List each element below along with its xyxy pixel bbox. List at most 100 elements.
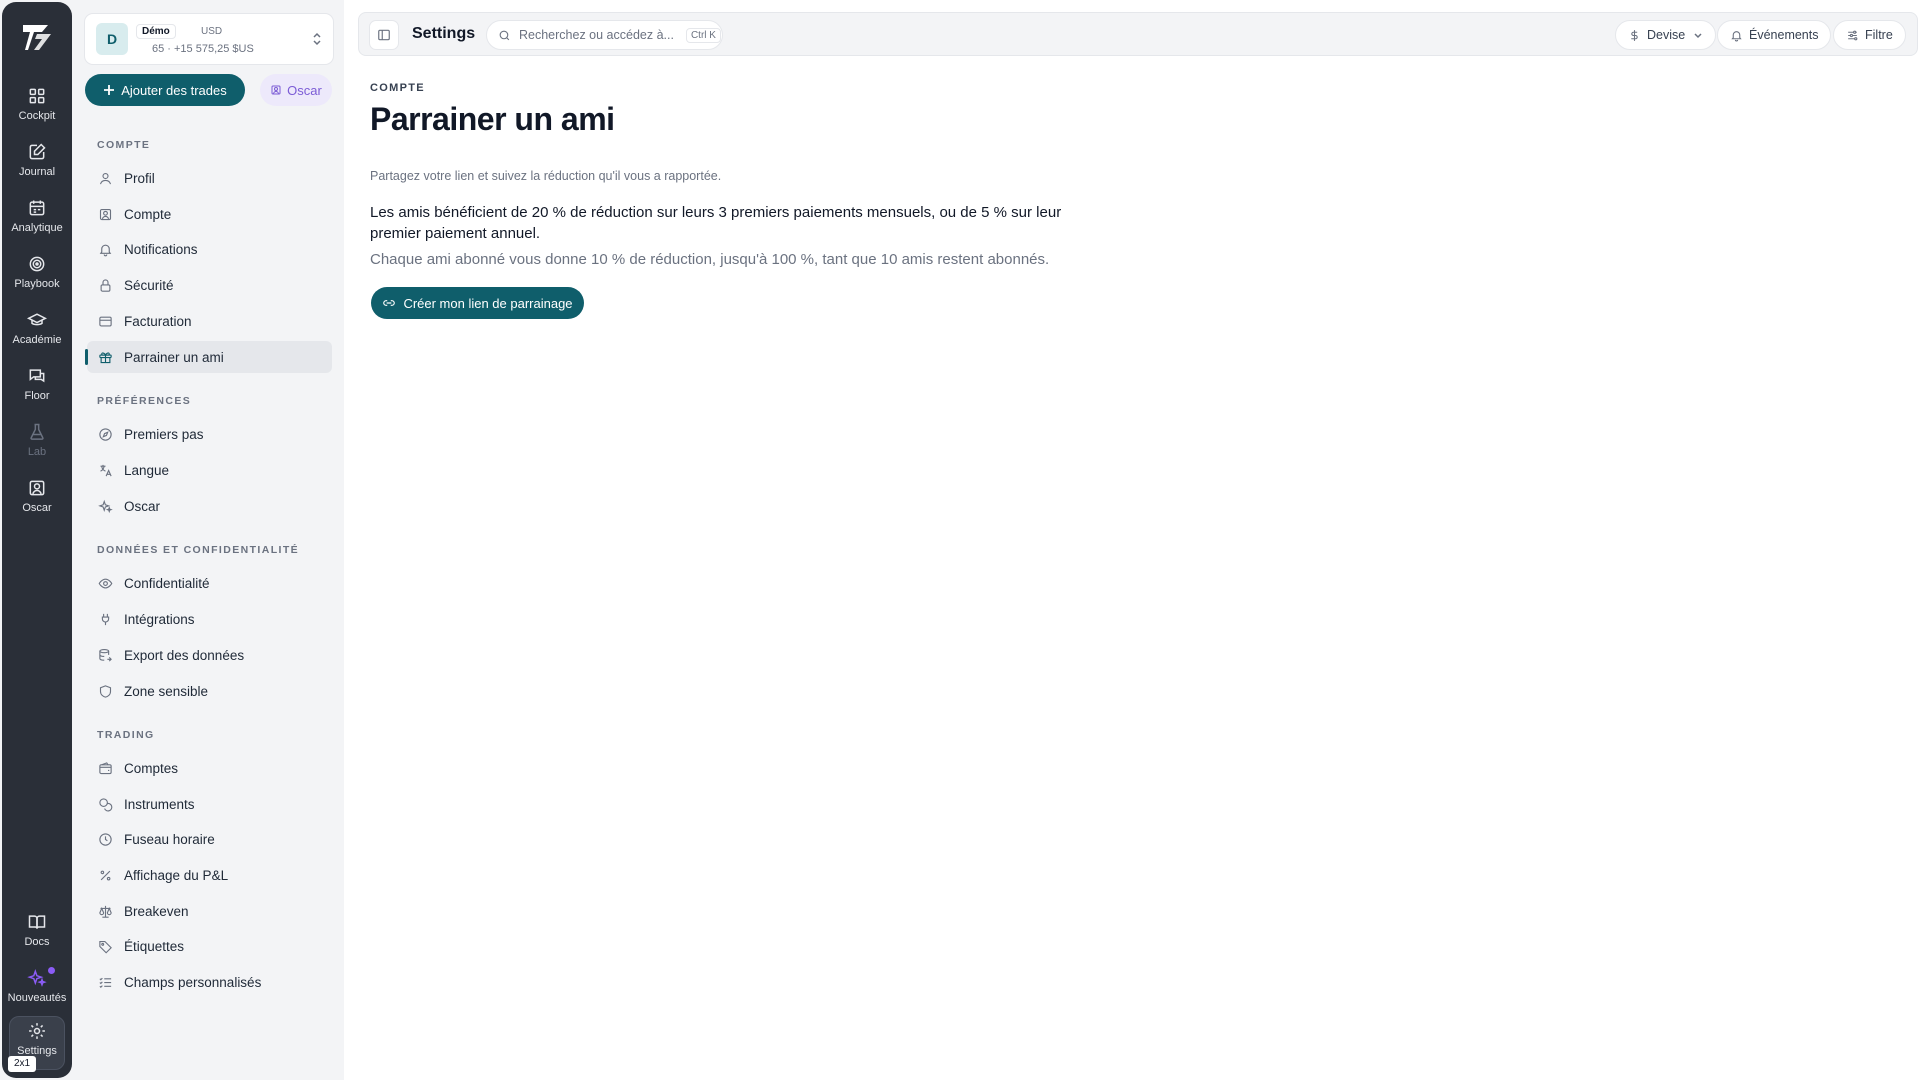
bell-icon [1731,30,1742,41]
rail-label: Journal [18,166,56,178]
sidebar-item-label: Oscar [124,498,161,514]
page-description: Partagez votre lien et suivez la réducti… [370,169,722,183]
rail-item-analytique[interactable]: Analytique [6,194,68,246]
sidebar-item-label: Breakeven [124,903,189,919]
sidebar-item-comptes[interactable]: Comptes [87,752,332,784]
rail-label: Académie [12,334,62,346]
rail-item-journal[interactable]: Journal [6,138,68,190]
sidebar-item-integrations[interactable]: Intégrations [87,603,332,635]
sliders-icon [1848,30,1858,40]
sidebar-item-fuseau[interactable]: Fuseau horaire [87,823,332,855]
sidebar-item-champs[interactable]: Champs personnalisés [87,966,332,998]
sidebar-item-label: Compte [124,206,172,222]
eye-icon [98,578,113,588]
bell-icon [99,244,112,256]
section-heading-preferences: Préférences [97,395,192,407]
sidebar-item-label: Fuseau horaire [124,831,215,847]
sidebar-item-premiers-pas[interactable]: Premiers pas [87,418,332,450]
percent-icon [100,870,111,880]
account-switcher[interactable]: D Démo USD 65 · +15 575,25 $US [85,14,333,64]
sidebar-item-parrainer[interactable]: Parrainer un ami [85,341,332,373]
rail-item-oscar[interactable]: Oscar [6,474,68,526]
dollar-icon [1631,29,1638,41]
calendar-icon [29,200,45,216]
sidebar-item-confidentialite[interactable]: Confidentialité [87,567,332,599]
events-button[interactable]: Événements [1717,20,1832,50]
sidebar-item-label: Champs personnalisés [124,974,262,990]
chevron-up-down-icon [313,32,321,46]
tag-icon [99,940,112,954]
sidebar-item-label: Confidentialité [124,575,210,591]
rail-item-floor[interactable]: Floor [6,362,68,414]
clock-icon [99,832,112,846]
section-heading-donnees: Données et confidentialité [97,544,300,556]
breadcrumb: Compte [370,82,425,94]
sidebar-item-label: Comptes [124,760,179,776]
filter-button[interactable]: Filtre [1833,20,1906,50]
gift-icon [99,351,112,363]
search-shortcut: Ctrl K [685,27,721,43]
sidebar-toggle-icon [378,29,390,41]
sidebar-item-export[interactable]: Export des données [87,639,332,671]
sidebar-item-pnl[interactable]: Affichage du P&L [87,859,332,891]
sidebar-item-zone-sensible[interactable]: Zone sensible [87,675,332,707]
list-checks-icon [99,977,112,988]
app-logo[interactable] [20,20,54,54]
edit-icon [29,143,46,160]
sidebar-item-notifications[interactable]: Notifications [87,233,332,265]
link-icon [383,300,396,306]
add-trades-button[interactable]: Ajouter des trades [85,74,245,106]
sidebar-item-label: Premiers pas [124,426,204,442]
rail-label: Cockpit [18,110,56,122]
page-heading: Parrainer un ami [370,101,615,137]
rail-item-docs[interactable]: Docs [6,908,68,960]
oscar-label: Oscar [287,82,322,98]
sidebar-item-instruments[interactable]: Instruments [87,788,332,820]
page-title: Settings [412,25,476,42]
filter-label: Filtre [1865,28,1893,42]
rail-label: Nouveautés [7,992,67,1004]
compass-icon [99,427,112,441]
lock-icon [100,278,111,292]
account-summary: 65 · +15 575,25 $US [152,43,254,55]
avatar: D [96,23,128,55]
oscar-button[interactable]: Oscar [260,74,332,106]
sparkles-icon [27,969,47,987]
sidebar-item-label: Notifications [124,241,198,257]
sidebar-item-etiquettes[interactable]: Étiquettes [87,930,332,962]
rail-item-playbook[interactable]: Playbook [6,250,68,302]
rail-item-lab[interactable]: Lab [6,418,68,470]
chat-icon [29,369,45,383]
sidebar-item-securite[interactable]: Sécurité [87,269,332,301]
sidebar-item-label: Zone sensible [124,683,209,699]
sidebar-item-profil[interactable]: Profil [87,162,332,194]
sidebar-item-label: Instruments [124,796,195,812]
sidebar-item-oscar[interactable]: Oscar [87,490,332,522]
translate-icon [100,464,112,476]
sidebar-item-breakeven[interactable]: Breakeven [87,895,332,927]
active-indicator [85,349,88,365]
section-heading-trading: Trading [97,729,155,741]
sidebar-item-langue[interactable]: Langue [87,454,332,486]
sidebar-item-label: Intégrations [124,611,195,627]
shortcut-badge: 2x1 [8,1056,37,1072]
sidebar-item-label: Sécurité [124,277,174,293]
rail-item-nouveautes[interactable]: Nouveautés [6,964,68,1016]
sidebar-item-facturation[interactable]: Facturation [87,305,332,337]
search-input[interactable]: Recherchez ou accédez à... Ctrl K [486,20,723,50]
create-referral-link-label: Créer mon lien de parrainage [403,295,573,311]
sparkles-icon [98,499,113,513]
plug-icon [101,613,110,625]
search-placeholder: Recherchez ou accédez à... [519,28,674,42]
currency-dropdown[interactable]: Devise [1615,20,1717,50]
user-square-icon [99,208,112,220]
plus-icon [104,85,115,95]
create-referral-link-button[interactable]: Créer mon lien de parrainage [371,287,584,319]
user-square-icon [271,85,281,95]
user-square-icon [29,480,45,496]
rail-item-cockpit[interactable]: Cockpit [6,82,68,134]
rail-item-academie[interactable]: Académie [6,306,68,358]
rail-label: Docs [24,936,50,948]
sidebar-toggle-button[interactable] [369,20,399,50]
sidebar-item-compte[interactable]: Compte [87,198,332,230]
